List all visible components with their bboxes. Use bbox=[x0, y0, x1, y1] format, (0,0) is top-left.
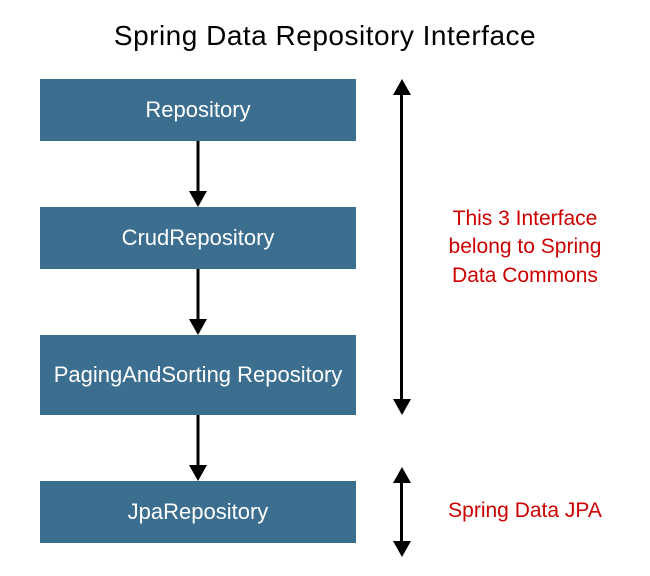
box-repository: Repository bbox=[40, 79, 356, 141]
bracket-arrow-icon bbox=[400, 467, 403, 557]
diagram-area: Repository CrudRepository PagingAndSorti… bbox=[0, 67, 650, 567]
box-jpa-repository: JpaRepository bbox=[40, 481, 356, 543]
arrow-down-icon bbox=[194, 415, 202, 481]
annotation-commons: This 3 Interface belong to Spring Data C… bbox=[430, 205, 620, 290]
box-paging-sorting-repository: PagingAndSorting Repository bbox=[40, 335, 356, 415]
annotation-jpa: Spring Data JPA bbox=[430, 497, 620, 525]
box-crud-repository: CrudRepository bbox=[40, 207, 356, 269]
diagram-title: Spring Data Repository Interface bbox=[0, 0, 650, 67]
bracket-arrow-icon bbox=[400, 79, 403, 415]
arrow-down-icon bbox=[194, 141, 202, 207]
arrow-down-icon bbox=[194, 269, 202, 335]
